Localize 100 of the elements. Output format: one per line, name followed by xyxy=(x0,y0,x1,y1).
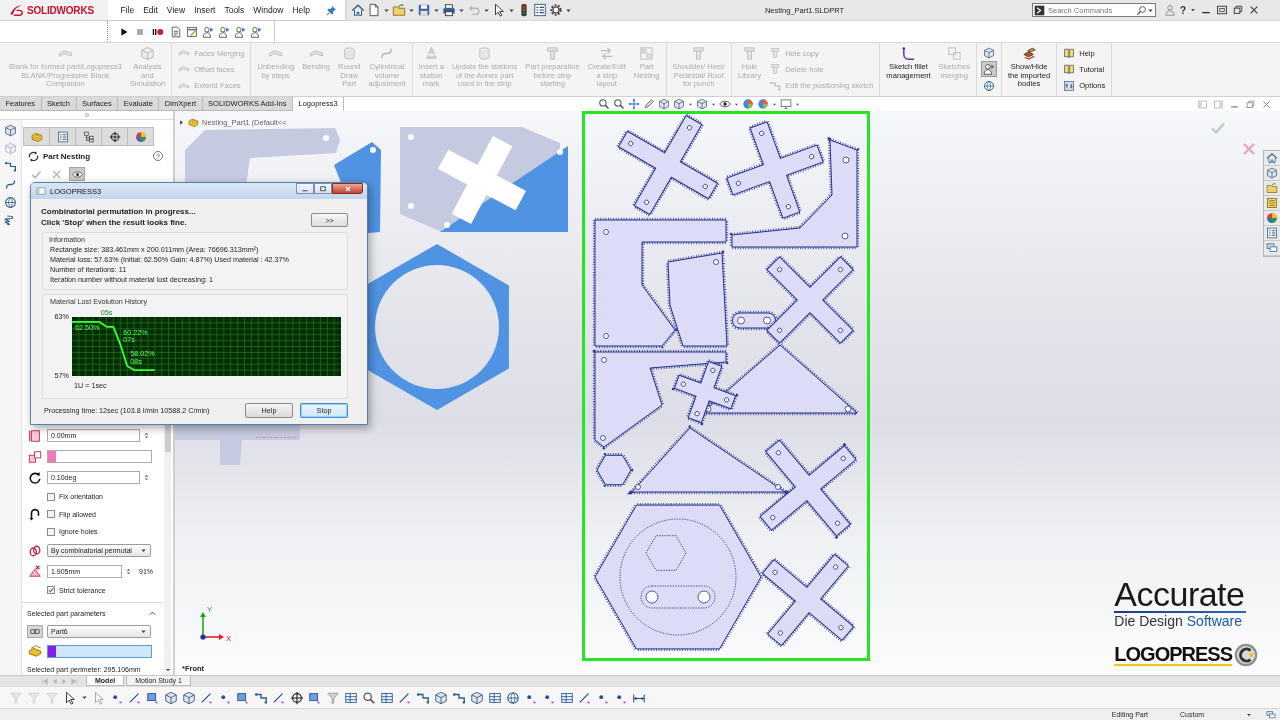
restore-icon[interactable] xyxy=(1232,4,1245,16)
cube-icon[interactable] xyxy=(4,124,17,137)
expand-arrow-icon[interactable] xyxy=(178,119,185,126)
globe-icon[interactable] xyxy=(506,690,520,705)
edit-document-icon[interactable] xyxy=(186,25,198,38)
table-icon[interactable] xyxy=(488,690,502,705)
eye-icon[interactable] xyxy=(719,98,731,110)
selection-field[interactable] xyxy=(47,644,152,658)
person-arrow-icon[interactable] xyxy=(250,25,262,38)
person-arrow-icon[interactable] xyxy=(218,25,230,38)
cube-icon[interactable] xyxy=(981,46,996,61)
chat-icon[interactable] xyxy=(1266,709,1276,720)
close-button[interactable] xyxy=(332,183,363,194)
cube-icon[interactable] xyxy=(434,690,448,705)
menu-item[interactable]: View xyxy=(162,0,190,20)
cube-icon[interactable] xyxy=(470,690,484,705)
curve-icon[interactable] xyxy=(4,178,17,191)
menu-item[interactable]: Insert xyxy=(189,0,220,20)
caret-icon[interactable] xyxy=(164,667,171,673)
caret-icon[interactable] xyxy=(433,6,440,14)
menu-item[interactable]: Help xyxy=(288,0,315,20)
pin-icon[interactable] xyxy=(326,4,337,16)
globe-icon[interactable] xyxy=(981,78,996,93)
caret-icon[interactable] xyxy=(458,6,465,14)
caret-icon[interactable] xyxy=(81,694,88,701)
play-icon[interactable] xyxy=(118,25,130,38)
link-icon[interactable] xyxy=(27,625,43,638)
help-button[interactable]: ? xyxy=(1180,4,1187,16)
caret-icon[interactable] xyxy=(1147,6,1154,14)
check-icon[interactable] xyxy=(1210,120,1226,136)
rectangle-icon[interactable] xyxy=(236,690,250,705)
menu-item[interactable]: Edit xyxy=(138,0,163,20)
task-pane-tab[interactable] xyxy=(1264,226,1280,241)
checkbox[interactable] xyxy=(47,492,55,501)
caret-icon[interactable] xyxy=(383,6,390,14)
new-document-icon[interactable] xyxy=(367,3,381,17)
sphere-icon[interactable] xyxy=(742,98,754,110)
magnifier-icon[interactable] xyxy=(598,98,610,110)
home-icon[interactable] xyxy=(351,3,365,17)
task-pane-tab[interactable] xyxy=(1264,151,1280,166)
cube-icon[interactable] xyxy=(658,98,670,110)
scrollbar[interactable] xyxy=(164,425,171,675)
menu-item[interactable]: File xyxy=(116,0,139,20)
globe-icon[interactable] xyxy=(4,196,17,209)
move-arrows-icon[interactable] xyxy=(628,98,640,110)
save-icon[interactable] xyxy=(417,3,431,17)
printer-icon[interactable] xyxy=(442,3,456,17)
panel-tab[interactable] xyxy=(75,127,102,146)
sketch-icon[interactable] xyxy=(416,690,430,705)
checkbox[interactable] xyxy=(47,510,55,519)
caret-icon[interactable] xyxy=(483,6,490,14)
minimize-button[interactable] xyxy=(296,183,314,194)
restore-icon[interactable] xyxy=(1245,98,1256,110)
cube-icon[interactable] xyxy=(673,98,685,110)
person-arrow-icon[interactable] xyxy=(202,25,214,38)
table-icon[interactable] xyxy=(560,690,574,705)
settings-icon[interactable] xyxy=(549,3,563,17)
checkbox[interactable] xyxy=(47,527,55,536)
cube-icon[interactable] xyxy=(164,690,178,705)
rectangle-icon[interactable] xyxy=(308,690,322,705)
task-pane-tab[interactable] xyxy=(1264,196,1280,211)
caret-icon[interactable] xyxy=(565,6,572,14)
table-icon[interactable] xyxy=(380,690,394,705)
task-pane-tab[interactable] xyxy=(1264,166,1280,181)
caret-icon[interactable] xyxy=(408,6,415,14)
panel-tab[interactable] xyxy=(101,127,128,146)
panel-tab[interactable] xyxy=(49,127,76,146)
scrollbar-thumb[interactable] xyxy=(164,425,171,452)
caret-icon[interactable] xyxy=(1190,7,1197,13)
tile-icon[interactable] xyxy=(1216,4,1229,16)
document-icon[interactable] xyxy=(170,25,182,38)
task-pane-tab[interactable] xyxy=(1264,211,1280,226)
magnifier-icon[interactable] xyxy=(613,98,625,110)
sketch-icon[interactable] xyxy=(452,690,466,705)
table-icon[interactable] xyxy=(344,690,358,705)
task-pane-tab[interactable] xyxy=(1264,241,1280,256)
cursor-icon[interactable] xyxy=(63,690,77,705)
monitor-icon[interactable] xyxy=(780,98,792,110)
menu-item[interactable]: Window xyxy=(248,0,288,20)
cube-icon[interactable] xyxy=(182,690,196,705)
person-arrow-icon[interactable] xyxy=(234,25,246,38)
task-pane-tab[interactable] xyxy=(1264,181,1280,196)
selection-field[interactable] xyxy=(47,450,152,463)
cursor-icon[interactable] xyxy=(492,3,506,17)
panel-tab[interactable] xyxy=(127,127,154,146)
sphere-icon[interactable] xyxy=(757,98,769,110)
list-icon[interactable] xyxy=(533,3,547,17)
cube-icon[interactable] xyxy=(696,98,708,110)
magnifier-icon[interactable] xyxy=(362,690,376,705)
rectangle-icon[interactable] xyxy=(146,690,160,705)
preview-button[interactable] xyxy=(69,167,85,181)
maximize-button[interactable] xyxy=(314,183,332,194)
sketch-icon[interactable] xyxy=(4,160,17,173)
sketch-icon[interactable] xyxy=(254,690,268,705)
search-icon[interactable] xyxy=(1136,4,1147,16)
folder-icon[interactable] xyxy=(392,3,406,17)
caret-icon[interactable] xyxy=(508,6,515,14)
menu-item[interactable]: Tools xyxy=(219,0,249,20)
crosshair-icon[interactable] xyxy=(290,690,304,705)
checkbox[interactable] xyxy=(47,586,55,595)
